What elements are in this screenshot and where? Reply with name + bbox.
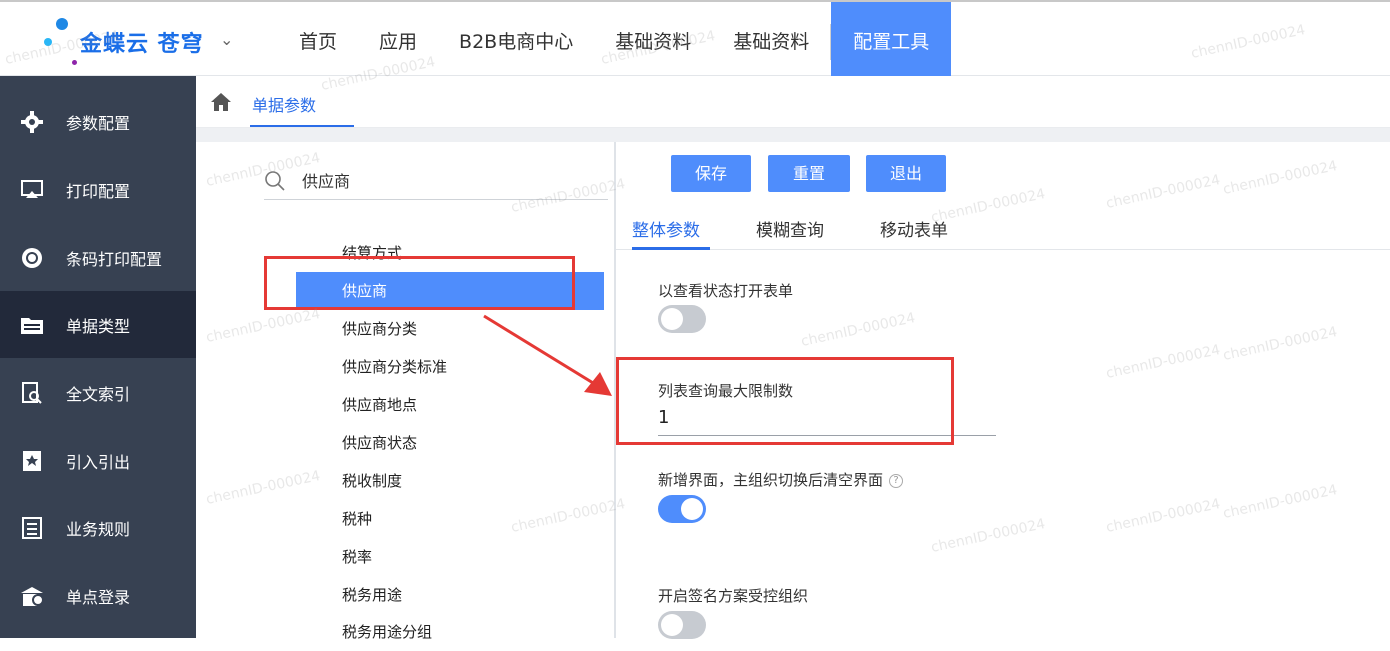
toggle-knob: [661, 614, 683, 636]
sidebar-item-import-export[interactable]: 引入引出: [0, 427, 196, 494]
view-mode-label: 以查看状态打开表单: [658, 282, 794, 300]
sidebar-item-label: 单据类型: [66, 316, 131, 336]
clear-on-switch-text: 新增界面，主组织切换后清空界面: [658, 471, 884, 489]
logo-dot: [44, 38, 52, 46]
circle-icon: [20, 246, 44, 270]
sidebar-item-label: 参数配置: [66, 113, 131, 133]
sidebar-item-label: 业务规则: [66, 519, 131, 539]
tree-item[interactable]: 税种: [296, 500, 604, 538]
tree-item[interactable]: 供应商状态: [296, 424, 604, 462]
breadcrumb-tab-doc-params[interactable]: 单据参数: [252, 92, 316, 116]
nav-config-tools[interactable]: 配置工具: [831, 2, 952, 76]
breadcrumb: 单据参数: [196, 76, 1390, 128]
tree-item[interactable]: 税务用途: [296, 576, 604, 614]
toggle-knob: [661, 308, 683, 330]
home-icon[interactable]: [210, 92, 232, 116]
rules-icon: [20, 516, 44, 540]
sidebar-item-params[interactable]: 参数配置: [0, 88, 196, 155]
search-input[interactable]: [302, 167, 592, 193]
watermark: chennID-000024: [1104, 496, 1222, 536]
tree-search: [264, 162, 608, 200]
app-logo[interactable]: 金蝶云 苍穹 ⌄: [40, 16, 240, 66]
sidebar: 参数配置 打印配置 条码打印配置 单据类型 全文索引 引入引出 业务规则 单点登…: [0, 76, 196, 638]
nav-b2b[interactable]: B2B电商中心: [438, 2, 594, 76]
watermark: chennID-000024: [1221, 482, 1339, 522]
reset-button[interactable]: 重置: [768, 155, 850, 192]
search-doc-icon: [20, 381, 44, 405]
tab-overall-params[interactable]: 整体参数: [632, 216, 700, 241]
sidebar-item-label: 引入引出: [66, 452, 131, 472]
nav-basic-data-1[interactable]: 基础资料: [594, 2, 712, 76]
top-nav: 首页 应用 B2B电商中心 基础资料 基础资料 配置工具: [278, 2, 952, 76]
logo-dot: [72, 60, 77, 65]
sidebar-item-print[interactable]: 打印配置: [0, 156, 196, 223]
content-gap: [196, 128, 1390, 142]
gear-icon: [20, 110, 44, 134]
nav-apps[interactable]: 应用: [358, 2, 438, 76]
sidebar-item-business-rules[interactable]: 业务规则: [0, 494, 196, 561]
annotation-arrow: [483, 314, 612, 396]
watermark: chennID-000024: [1221, 158, 1339, 198]
nav-basic-data-2[interactable]: 基础资料: [712, 2, 830, 76]
watermark: chennID-000024: [929, 516, 1047, 556]
tab-active-indicator: [632, 247, 710, 250]
sidebar-item-barcode[interactable]: 条码打印配置: [0, 224, 196, 291]
save-button[interactable]: 保存: [671, 155, 751, 192]
help-icon[interactable]: ?: [889, 473, 904, 488]
annotation-highlight-max-limit: [616, 357, 954, 445]
import-export-icon: [20, 449, 44, 473]
sidebar-item-label: 条码打印配置: [66, 249, 163, 269]
tree-item[interactable]: 税务用途分组: [296, 613, 604, 651]
sidebar-item-label: 单点登录: [66, 587, 131, 607]
sidebar-item-doc-type[interactable]: 单据类型: [0, 291, 196, 358]
print-icon: [20, 178, 44, 202]
sidebar-item-fulltext[interactable]: 全文索引: [0, 359, 196, 426]
sidebar-item-label: 打印配置: [66, 181, 131, 201]
nav-home[interactable]: 首页: [278, 2, 358, 76]
sidebar-item-label: 全文索引: [66, 384, 131, 404]
folder-icon: [20, 313, 44, 337]
watermark: chennID-000024: [1221, 324, 1339, 364]
clear-on-switch-label: 新增界面，主组织切换后清空界面?: [658, 469, 904, 490]
sign-control-toggle[interactable]: [658, 611, 706, 639]
top-bar: 金蝶云 苍穹 ⌄ 首页 应用 B2B电商中心 基础资料 基础资料 配置工具: [0, 0, 1390, 76]
tree-item[interactable]: 税率: [296, 538, 604, 576]
search-icon: [264, 170, 286, 196]
tab-fuzzy-query[interactable]: 模糊查询: [756, 216, 824, 241]
sign-control-label: 开启签名方案受控组织: [658, 587, 809, 605]
tab-mobile-form[interactable]: 移动表单: [880, 216, 948, 241]
brand-name: 金蝶云 苍穹: [80, 32, 204, 57]
watermark: chennID-000024: [1104, 342, 1222, 382]
breadcrumb-active-indicator: [250, 125, 354, 127]
chevron-down-icon[interactable]: ⌄: [220, 30, 233, 49]
exit-button[interactable]: 退出: [866, 155, 946, 192]
view-mode-toggle[interactable]: [658, 305, 706, 333]
logo-dot: [56, 18, 68, 30]
sso-icon: [20, 584, 44, 608]
annotation-highlight-supplier: [264, 256, 575, 310]
watermark: chennID-000024: [799, 310, 917, 350]
toggle-knob: [681, 498, 703, 520]
clear-on-switch-toggle[interactable]: [658, 495, 706, 523]
param-tabs: 整体参数 模糊查询 移动表单: [616, 206, 1390, 250]
tree-item[interactable]: 税收制度: [296, 462, 604, 500]
sidebar-item-sso[interactable]: 单点登录: [0, 562, 196, 629]
